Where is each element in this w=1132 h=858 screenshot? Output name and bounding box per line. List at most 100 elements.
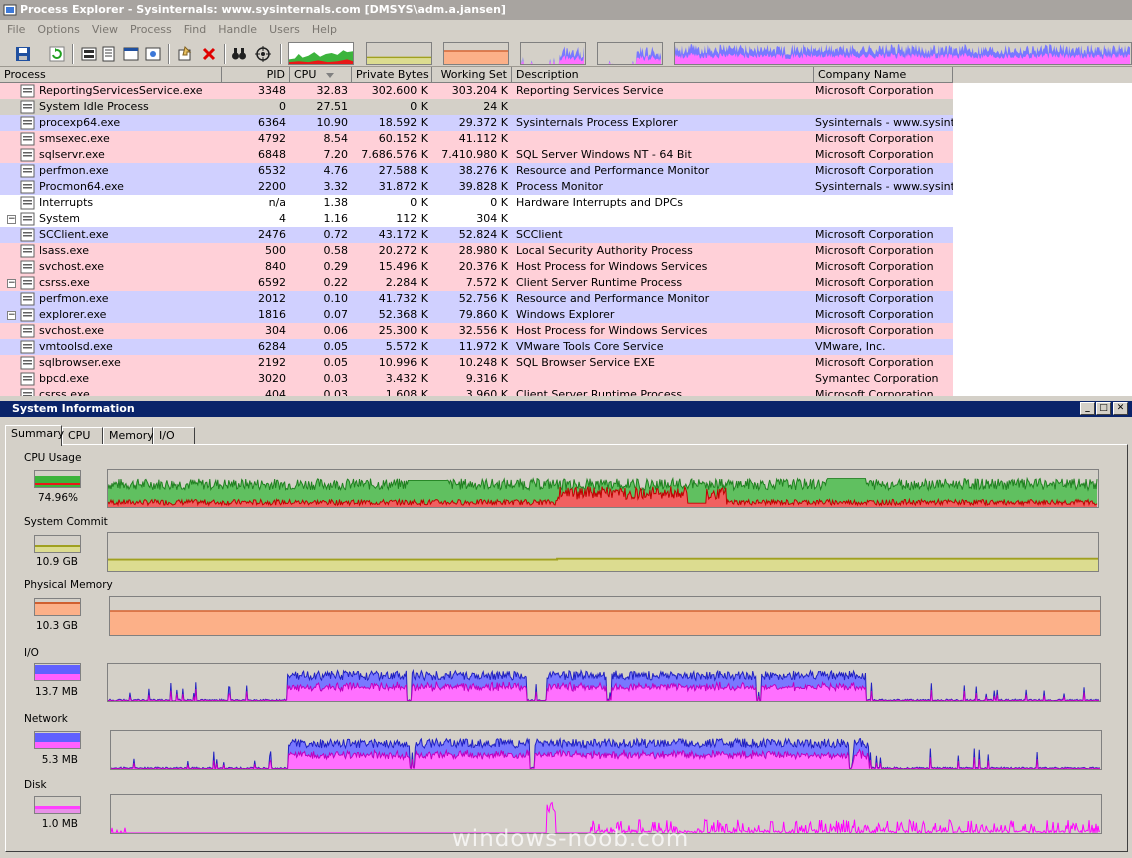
dll-view-icon [145, 47, 161, 60]
process-icon [20, 228, 35, 242]
column-header-process[interactable]: Process [0, 67, 222, 83]
handles-button[interactable] [142, 43, 164, 64]
physical-memory-value: 10.3 GB [35, 620, 78, 632]
tab-io[interactable]: I/O [153, 427, 195, 445]
find-window-button[interactable] [252, 43, 274, 64]
process-row[interactable]: bpcd.exe 3020 0.03 3.432 K 9.316 K Symantec C… [0, 371, 953, 387]
process-company: Sysinternals - www.sysinter... [815, 180, 953, 193]
process-row[interactable]: procexp64.exe 6364 10.90 18.592 K 29.372 K Sy… [0, 115, 953, 131]
minimize-button[interactable]: _ [1080, 402, 1095, 415]
process-private: 7.686.576 K [361, 148, 428, 161]
close-button[interactable]: ✕ [1113, 402, 1128, 415]
binoculars-icon [232, 47, 246, 59]
process-row[interactable]: SCClient.exe 2476 0.72 43.172 K 52.824 K SCCl… [0, 227, 953, 243]
network-mini-graph[interactable] [597, 42, 663, 65]
physical-memory-mini-graph[interactable] [443, 42, 509, 65]
process-row[interactable]: smsexec.exe 4792 8.54 60.152 K 41.112 K Micro… [0, 131, 953, 147]
process-private: 27.588 K [378, 164, 428, 177]
process-row[interactable]: Interrupts n/a 1.38 0 K 0 K Hardware Interrup… [0, 195, 953, 211]
process-pid: 4792 [258, 132, 286, 145]
process-cpu: 0.07 [323, 308, 349, 321]
column-header-cpu[interactable]: CPU [290, 67, 352, 83]
menu-options[interactable]: Options [30, 20, 84, 40]
menu-view[interactable]: View [85, 20, 123, 40]
kill-process-button[interactable] [198, 43, 220, 64]
menu-users[interactable]: Users [262, 20, 305, 40]
properties-button[interactable] [98, 43, 120, 64]
disk-mini-graph[interactable] [674, 42, 1132, 65]
process-properties-button[interactable] [174, 43, 196, 64]
properties-hand-icon [178, 45, 192, 60]
process-row[interactable]: svchost.exe 304 0.06 25.300 K 32.556 K Host P… [0, 323, 953, 339]
find-button[interactable] [228, 43, 250, 64]
tree-collapse-icon[interactable]: − [7, 279, 16, 288]
process-name: csrss.exe [39, 388, 90, 396]
process-icon [20, 100, 35, 114]
process-row[interactable]: sqlbrowser.exe 2192 0.05 10.996 K 10.248 K SQ… [0, 355, 953, 371]
toolbar [0, 40, 1132, 67]
process-row[interactable]: vmtoolsd.exe 6284 0.05 5.572 K 11.972 K VMwar… [0, 339, 953, 355]
process-row[interactable]: lsass.exe 500 0.58 20.272 K 28.980 K Local Se… [0, 243, 953, 259]
tab-memory[interactable]: Memory [103, 427, 154, 445]
process-row[interactable]: sqlservr.exe 6848 7.20 7.686.576 K 7.410.980… [0, 147, 953, 163]
process-name: svchost.exe [39, 260, 105, 273]
save-button[interactable] [12, 43, 34, 64]
tree-collapse-icon[interactable]: − [7, 311, 16, 320]
process-row[interactable]: − explorer.exe 1816 0.07 52.368 K 79.860 K Win… [0, 307, 953, 323]
process-cpu: 0.06 [323, 324, 349, 337]
process-company: Microsoft Corporation [815, 324, 934, 337]
process-description: Host Process for Windows Services [516, 324, 708, 337]
process-pid: 3348 [258, 84, 286, 97]
system-info-button[interactable] [78, 43, 100, 64]
process-working: 52.824 K [458, 228, 508, 241]
process-row[interactable]: svchost.exe 840 0.29 15.496 K 20.376 K Host P… [0, 259, 953, 275]
process-row[interactable]: − System 4 1.16 112 K 304 K [0, 211, 953, 227]
column-header-description[interactable]: Description [512, 67, 814, 83]
commit-mini-graph[interactable] [366, 42, 432, 65]
process-icon [20, 340, 35, 354]
process-row[interactable]: csrss.exe 404 0.03 1.608 K 3.960 K Client Ser… [0, 387, 953, 396]
column-header-pid[interactable]: PID [222, 67, 290, 83]
refresh-button[interactable] [46, 43, 68, 64]
io-mini-graph[interactable] [520, 42, 586, 65]
process-description: Resource and Performance Monitor [516, 292, 710, 305]
process-company: Microsoft Corporation [815, 228, 934, 241]
process-description: Host Process for Windows Services [516, 260, 708, 273]
system-commit-value: 10.9 GB [35, 556, 78, 568]
maximize-button[interactable]: □ [1096, 402, 1111, 415]
menu-handle[interactable]: Handle [211, 20, 262, 40]
process-icon [20, 276, 35, 290]
process-working: 32.556 K [458, 324, 508, 337]
process-row[interactable]: − csrss.exe 6592 0.22 2.284 K 7.572 K Client S… [0, 275, 953, 291]
menu-find[interactable]: Find [177, 20, 212, 40]
tree-collapse-icon[interactable]: − [7, 215, 16, 224]
process-row[interactable]: System Idle Process 0 27.51 0 K 24 K [0, 99, 953, 115]
process-working: 79.860 K [458, 308, 508, 321]
system-info-icon [81, 47, 97, 60]
tab-cpu[interactable]: CPU [62, 427, 103, 445]
lower-pane-button[interactable] [120, 43, 142, 64]
process-row[interactable]: ReportingServicesService.exe 3348 32.83 302… [0, 83, 953, 99]
column-header-private-bytes[interactable]: Private Bytes [352, 67, 432, 83]
process-private: 43.172 K [378, 228, 428, 241]
menu-file[interactable]: File [0, 20, 30, 40]
process-working: 0 K [490, 196, 508, 209]
cpu-mini-graph[interactable] [288, 42, 354, 65]
process-pid: 6284 [258, 340, 286, 353]
process-cpu: 0.22 [323, 276, 349, 289]
menu-process[interactable]: Process [123, 20, 177, 40]
process-company: Microsoft Corporation [815, 84, 934, 97]
process-private: 60.152 K [378, 132, 428, 145]
column-header-company[interactable]: Company Name [814, 67, 953, 83]
tab-summary[interactable]: Summary [5, 425, 64, 446]
process-row[interactable]: Procmon64.exe 2200 3.32 31.872 K 39.828 K Pro… [0, 179, 953, 195]
process-name: procexp64.exe [39, 116, 121, 129]
column-header-working-set[interactable]: Working Set [432, 67, 512, 83]
menu-help[interactable]: Help [305, 20, 342, 40]
process-row[interactable]: perfmon.exe 2012 0.10 41.732 K 52.756 K Resou… [0, 291, 953, 307]
process-private: 52.368 K [378, 308, 428, 321]
process-cpu: 0.29 [323, 260, 349, 273]
process-row[interactable]: perfmon.exe 6532 4.76 27.588 K 38.276 K Resou… [0, 163, 953, 179]
kill-x-icon [202, 47, 216, 60]
crosshair-icon [255, 45, 271, 62]
